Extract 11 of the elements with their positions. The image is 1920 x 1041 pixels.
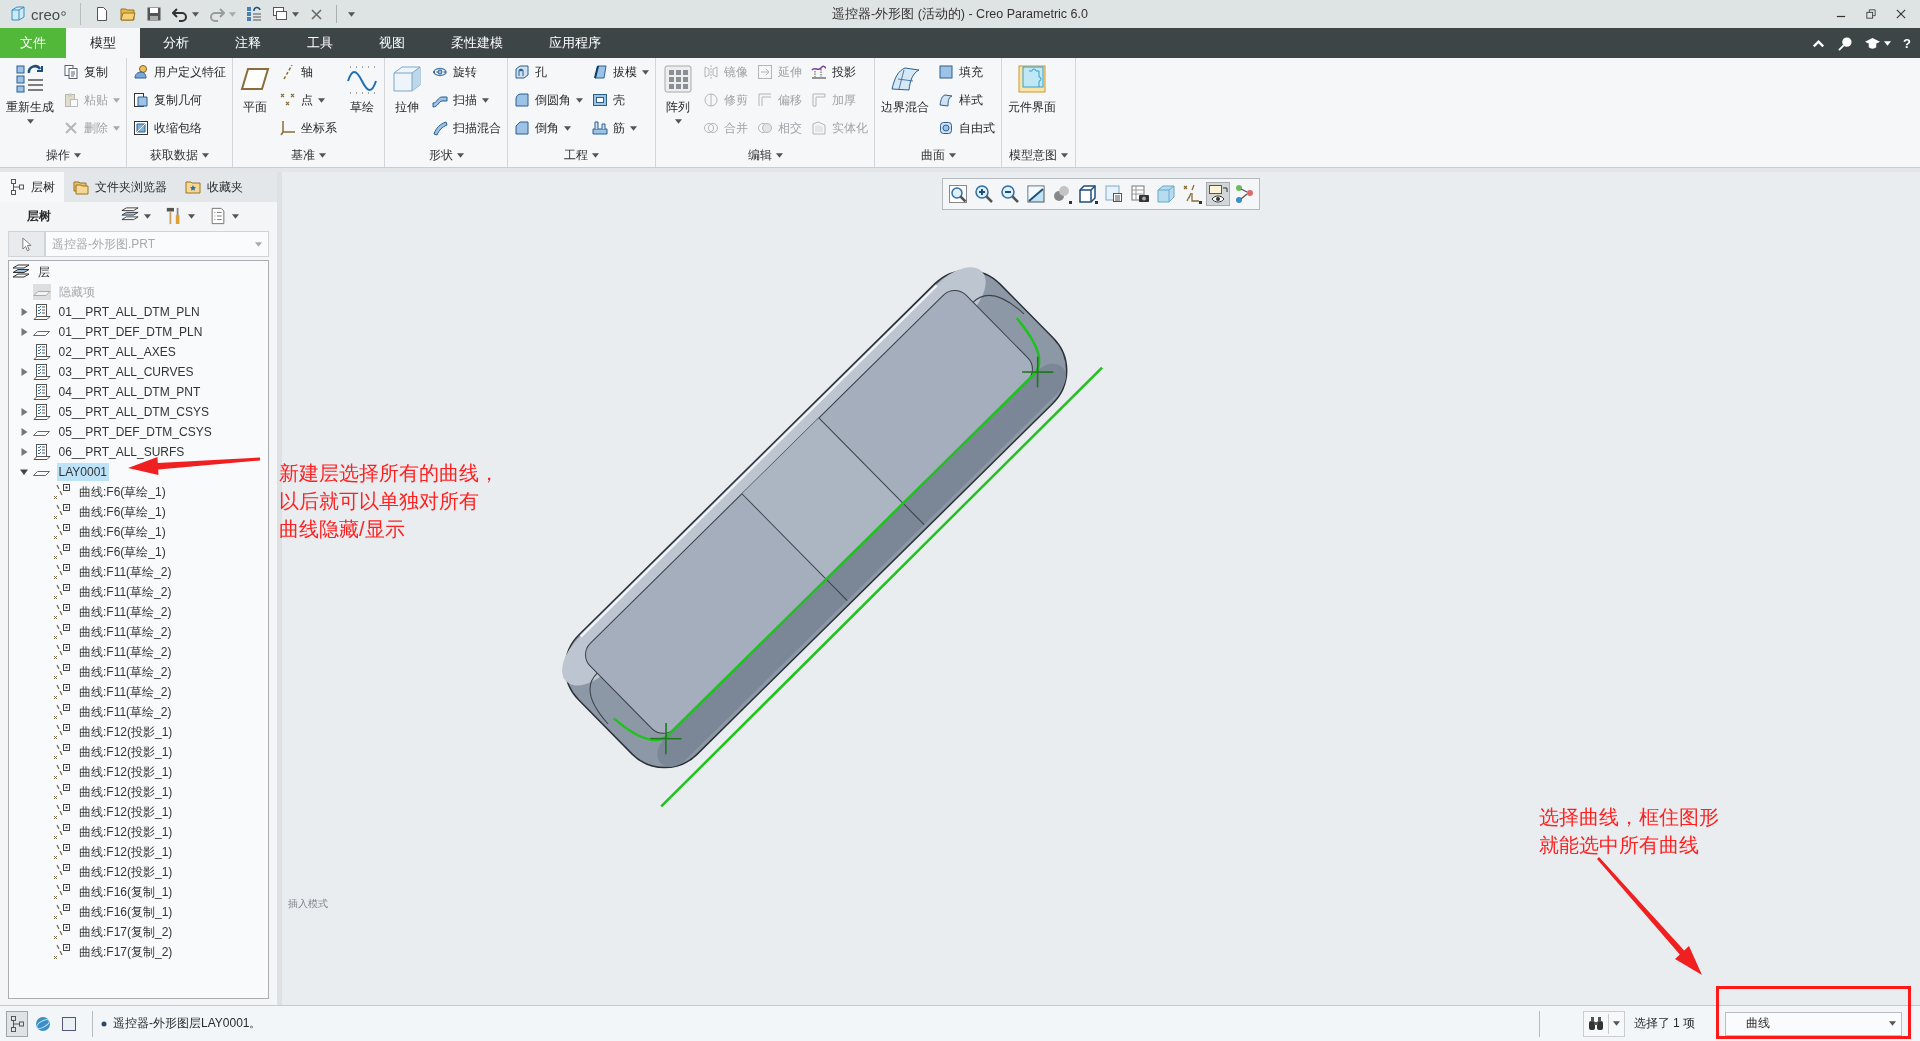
annotation-text: 就能选中所有曲线: [1539, 833, 1700, 858]
window-title: 遥控器-外形图 (活动的) - Creo Parametric 6.0: [832, 5, 1088, 23]
panel-title: 层树: [27, 207, 52, 225]
selection-count: 选择了 1 项: [1633, 1015, 1695, 1032]
annotation-text: 新建层选择所有的曲线，: [279, 461, 499, 486]
app-logo: creo: [31, 5, 61, 23]
status-message: 遥控器-外形图层LAY0001。: [113, 1015, 262, 1032]
annotation-text: 曲线隐藏/显示: [279, 517, 406, 542]
annotation-text: 选择曲线，框住图形: [1539, 805, 1719, 830]
mode-label: 插入模式: [288, 897, 328, 911]
annotation-text: 以后就可以单独对所有: [279, 489, 480, 514]
